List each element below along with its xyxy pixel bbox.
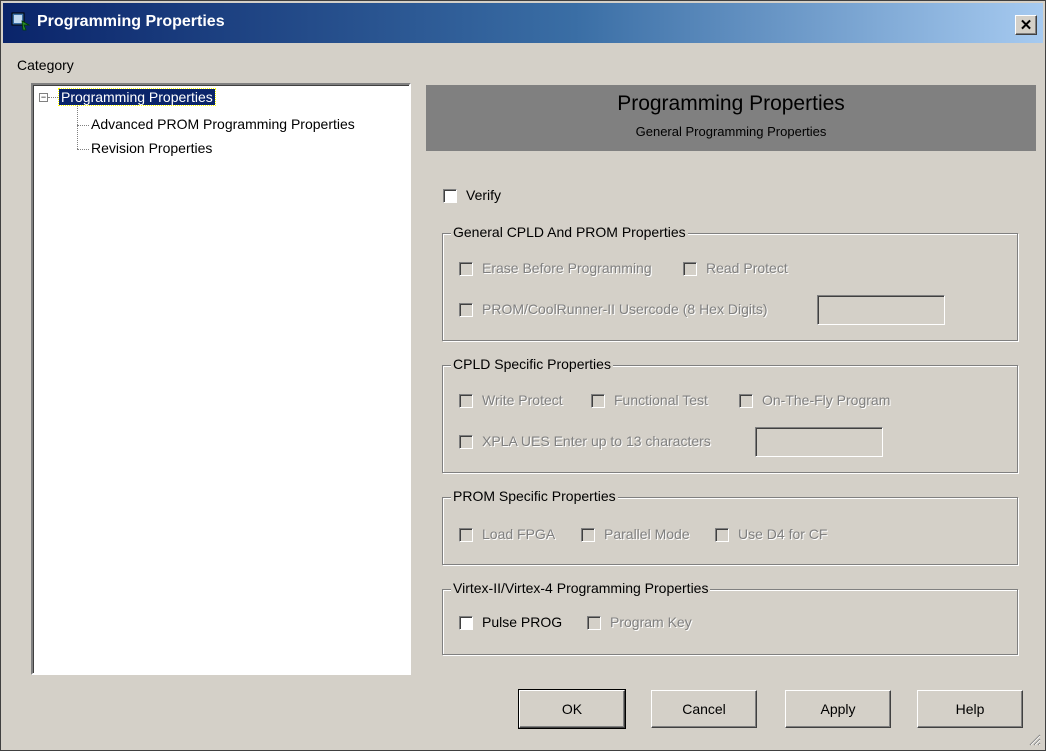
load-fpga-label: Load FPGA <box>482 526 556 542</box>
tree-item-programming-properties[interactable]: Programming Properties <box>58 88 216 106</box>
on-the-fly-label: On-The-Fly Program <box>762 392 891 408</box>
xpla-ues-input[interactable] <box>755 427 883 457</box>
tree-item-label: Revision Properties <box>91 140 213 156</box>
read-protect-label: Read Protect <box>706 260 788 276</box>
tree-connector <box>77 103 78 149</box>
group-title: PROM Specific Properties <box>451 488 618 504</box>
usercode-label: PROM/CoolRunner-II Usercode (8 Hex Digit… <box>482 301 768 317</box>
functional-test-label: Functional Test <box>614 392 708 408</box>
xpla-ues-label: XPLA UES Enter up to 13 characters <box>482 433 711 449</box>
functional-test-checkbox[interactable] <box>591 394 605 408</box>
window-title: Programming Properties <box>37 13 225 30</box>
group-prom-specific: PROM Specific Properties Load FPGA Paral… <box>442 488 1018 565</box>
on-the-fly-checkbox[interactable] <box>739 394 753 408</box>
category-label: Category <box>17 57 74 73</box>
write-protect-label: Write Protect <box>482 392 563 408</box>
verify-label[interactable]: Verify <box>466 187 501 203</box>
category-tree[interactable]: − Programming Properties Advanced PROM P… <box>31 83 411 675</box>
programming-properties-dialog: Programming Properties ✕ Category − Prog… <box>0 0 1046 751</box>
load-fpga-checkbox[interactable] <box>459 528 473 542</box>
apply-button[interactable]: Apply <box>785 690 891 728</box>
page-subtitle: General Programming Properties <box>635 124 827 139</box>
usercode-input[interactable] <box>817 295 945 325</box>
group-title: CPLD Specific Properties <box>451 356 613 372</box>
tree-connector <box>48 97 58 98</box>
tree-item-label: Advanced PROM Programming Properties <box>91 116 355 132</box>
group-cpld-specific: CPLD Specific Properties Write Protect F… <box>442 356 1018 473</box>
close-icon: ✕ <box>1019 17 1033 34</box>
read-protect-checkbox[interactable] <box>683 262 697 276</box>
erase-before-programming-checkbox[interactable] <box>459 262 473 276</box>
cancel-button[interactable]: Cancel <box>651 690 757 728</box>
group-general-cpld-prom: General CPLD And PROM Properties Erase B… <box>442 224 1018 341</box>
group-virtex-programming: Virtex-II/Virtex-4 Programming Propertie… <box>442 580 1018 655</box>
usercode-checkbox[interactable] <box>459 303 473 317</box>
group-title: Virtex-II/Virtex-4 Programming Propertie… <box>451 580 711 596</box>
collapse-icon[interactable]: − <box>39 93 48 102</box>
page-header: Programming Properties General Programmi… <box>426 85 1036 151</box>
xpla-ues-checkbox[interactable] <box>459 435 473 449</box>
resize-grip-icon[interactable] <box>1027 732 1041 746</box>
group-title: General CPLD And PROM Properties <box>451 224 688 240</box>
title-bar[interactable]: Programming Properties ✕ <box>3 3 1043 43</box>
write-protect-checkbox[interactable] <box>459 394 473 408</box>
verify-checkbox[interactable] <box>443 189 457 203</box>
page-title: Programming Properties <box>617 92 845 115</box>
tree-item-advanced-prom[interactable]: Advanced PROM Programming Properties <box>91 116 355 132</box>
tree-item-label: Programming Properties <box>58 88 216 106</box>
program-key-label: Program Key <box>610 614 692 630</box>
pulse-prog-checkbox[interactable] <box>459 616 473 630</box>
parallel-mode-checkbox[interactable] <box>581 528 595 542</box>
parallel-mode-label: Parallel Mode <box>604 526 690 542</box>
use-d4-checkbox[interactable] <box>715 528 729 542</box>
close-button[interactable]: ✕ <box>1015 15 1037 35</box>
tree-connector <box>77 125 89 126</box>
tree-connector <box>77 149 89 150</box>
ok-button[interactable]: OK <box>518 689 626 729</box>
pulse-prog-label[interactable]: Pulse PROG <box>482 614 562 630</box>
app-icon <box>11 12 31 31</box>
program-key-checkbox[interactable] <box>587 616 601 630</box>
help-button[interactable]: Help <box>917 690 1023 728</box>
erase-before-programming-label: Erase Before Programming <box>482 260 652 276</box>
use-d4-label: Use D4 for CF <box>738 526 828 542</box>
tree-item-revision[interactable]: Revision Properties <box>91 140 212 156</box>
